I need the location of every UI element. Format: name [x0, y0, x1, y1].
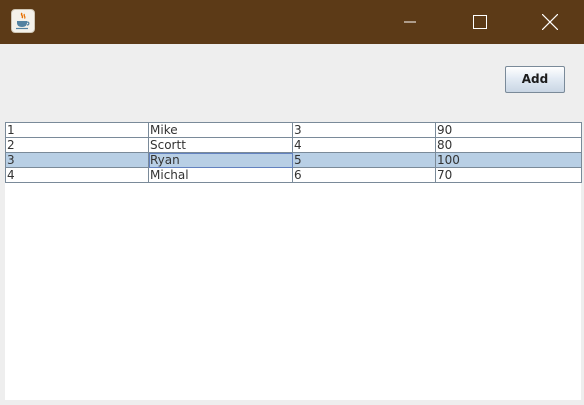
table-cell[interactable]: 5: [292, 152, 436, 168]
table-cell[interactable]: Michal: [148, 167, 293, 183]
close-icon: [542, 14, 558, 30]
minimize-button[interactable]: [387, 0, 433, 44]
maximize-icon: [473, 15, 487, 29]
table-cell[interactable]: 3: [5, 152, 149, 168]
table-row-selected[interactable]: 3 Ryan 5 100: [5, 152, 582, 168]
add-button[interactable]: Add: [505, 66, 565, 93]
table-cell[interactable]: 6: [292, 167, 436, 183]
table-cell[interactable]: 100: [435, 152, 582, 168]
minimize-icon: [404, 21, 416, 23]
table-cell[interactable]: 1: [5, 122, 149, 138]
table-row[interactable]: 2 Scortt 4 80: [5, 137, 582, 153]
title-bar[interactable]: [0, 0, 584, 44]
content-pane: Add 1 Mike 3 90 2 Scortt 4 80 3 Ryan 5 1…: [0, 44, 584, 405]
table-cell[interactable]: Scortt: [148, 137, 293, 153]
table-cell[interactable]: 3: [292, 122, 436, 138]
maximize-button[interactable]: [457, 0, 503, 44]
table-scroll-pane[interactable]: 1 Mike 3 90 2 Scortt 4 80 3 Ryan 5 100 4…: [5, 122, 582, 400]
table-row[interactable]: 4 Michal 6 70: [5, 167, 582, 183]
table-row[interactable]: 1 Mike 3 90: [5, 122, 582, 138]
table-cell[interactable]: 2: [5, 137, 149, 153]
table-cell-focused[interactable]: Ryan: [148, 152, 293, 168]
table-cell[interactable]: 80: [435, 137, 582, 153]
table-cell[interactable]: 90: [435, 122, 582, 138]
java-cup-icon[interactable]: [11, 9, 35, 33]
data-table[interactable]: 1 Mike 3 90 2 Scortt 4 80 3 Ryan 5 100 4…: [5, 122, 582, 183]
table-cell[interactable]: 70: [435, 167, 582, 183]
table-cell[interactable]: 4: [5, 167, 149, 183]
app-window: Add 1 Mike 3 90 2 Scortt 4 80 3 Ryan 5 1…: [0, 0, 584, 405]
table-cell[interactable]: Mike: [148, 122, 293, 138]
table-cell[interactable]: 4: [292, 137, 436, 153]
close-button[interactable]: [527, 0, 573, 44]
